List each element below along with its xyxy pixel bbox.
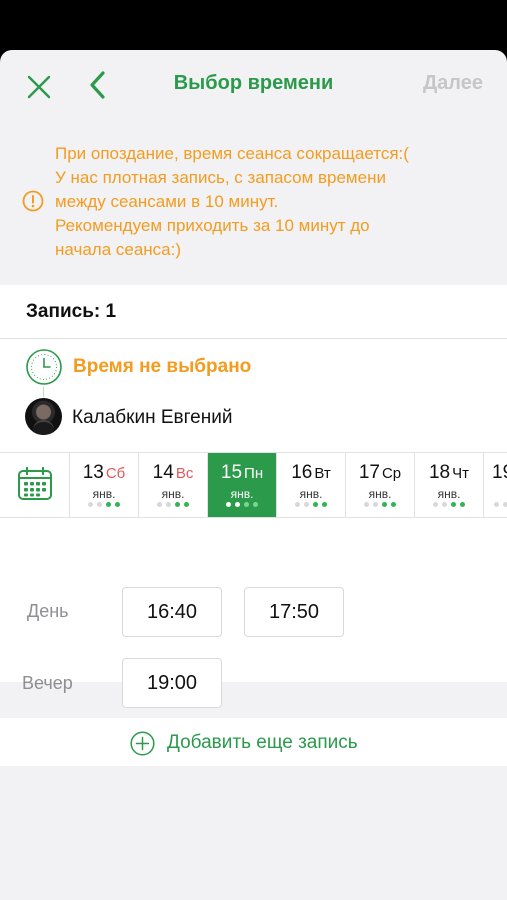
day-cell[interactable]: 14 Вс янв. [139,453,208,517]
calendar-button[interactable] [0,453,70,517]
availability-dots [70,502,138,508]
day-weekday: Вт [314,465,331,482]
day-number: 17 [358,462,380,483]
late-warning-text: При опоздание, время сеанса сокращается:… [55,144,409,259]
day-weekday: Пн [244,465,264,482]
day-period-label: День [27,601,69,621]
day-month: янв. [368,487,392,501]
calendar-icon [18,467,52,500]
availability-dots [346,502,414,508]
divider [0,338,507,339]
availability-dots [139,502,207,508]
timeline-connector [43,387,44,397]
avatar [25,398,62,435]
day-weekday: Сб [105,465,126,482]
evening-period-label: Вечер [22,673,73,693]
booking-sheet: Выбор времени Далее При опоздание, время… [0,50,507,900]
warning-icon [22,190,44,212]
day-number: 15 [220,462,243,483]
day-weekday: Чт [452,465,469,482]
day-weekday: Вс [175,465,194,482]
day-cell[interactable]: 17 Ср янв. [346,453,415,517]
availability-dots [277,502,345,508]
day-number: 16 [291,462,313,483]
add-record-button[interactable]: Добавить еще запись [0,718,507,766]
day-number: 18 [428,462,451,483]
day-month: янв. [437,487,461,501]
availability-dots [208,502,276,508]
day-month: янв. [230,487,254,501]
record-card: Запись: 1 Время не выбрано Калабкин Евге… [0,285,507,708]
header: Выбор времени Далее [0,50,507,120]
clock-icon [26,349,62,385]
time-status-text: Время не выбрано [73,356,252,377]
master-name: Калабкин Евгений [72,407,233,428]
day-month: янв. [299,487,323,501]
next-button[interactable]: Далее [423,72,483,95]
availability-dots [492,502,507,508]
record-title: Запись: 1 [26,301,117,322]
day-number: 13 [82,462,104,483]
day-number: 14 [152,462,174,483]
date-strip[interactable]: 13 Сб янв. 14 Вс янв. 15 Пн янв. 16 Вт янв. … [0,452,507,518]
availability-dots [415,502,483,508]
time-slot-button[interactable]: 16:40 [122,587,222,637]
day-weekday: Ср [381,465,402,482]
time-slot-button[interactable]: 17:50 [244,587,344,637]
day-cell[interactable]: 18 Чт янв. [415,453,484,517]
add-record-label: Добавить еще запись [167,732,358,753]
day-month: янв. [92,487,116,501]
plus-circle-icon [130,731,155,756]
day-cell[interactable]: 16 Вт янв. [277,453,346,517]
day-cell[interactable]: 13 Сб янв. [70,453,139,517]
day-cell[interactable]: 19 [484,453,507,517]
day-number: 19 [492,462,507,483]
day-cell-selected[interactable]: 15 Пн янв. [208,453,277,517]
time-slot-button[interactable]: 19:00 [122,658,222,708]
day-month: янв. [161,487,185,501]
